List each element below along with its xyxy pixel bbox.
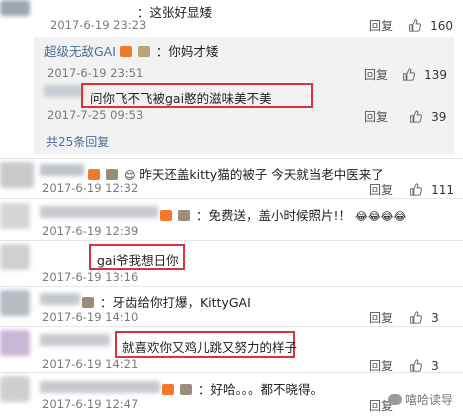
like-count: 111 [431,183,454,197]
comment-date: 2017-6-19 12:32 [42,181,139,195]
vip-badge-icon [88,169,100,180]
comment-text: 昨天还盖kitty猫的被子 今天就当老中医来了 [139,167,384,182]
avatar[interactable] [44,85,84,97]
comment-row: ：好哈。。。都不晓得。 [162,379,323,398]
username-blur [40,164,84,176]
avatar[interactable] [0,290,30,316]
comment-text: ：牙齿给你打爆，KittyGAI [99,295,251,310]
reply-button[interactable]: 回复 [364,66,388,83]
like-button[interactable]: 3 [409,307,439,326]
reply-button[interactable]: 回复 [369,181,393,198]
divider [0,286,463,287]
reply-row: 超级无敌GAI ：你妈才矮 [44,41,218,60]
thumbs-up-icon [410,110,422,123]
view-all-replies-link[interactable]: 共25条回复 [46,133,109,150]
divider [0,158,463,159]
comment-date: 2017-6-19 12:39 [42,224,139,238]
comment-row: ：免费送，盖小时候照片!！ 😂😂😂😂 [160,205,406,224]
avatar[interactable] [0,376,30,402]
comment-text: ：这张好显矮 [137,5,213,20]
thumbs-up-icon [410,311,422,324]
like-count: 39 [431,110,447,124]
like-count: 3 [431,359,439,373]
wechat-icon [388,394,402,405]
like-button[interactable]: 111 [409,179,454,198]
comment-text: 就喜欢你又鸡儿跳又努力的样子 [122,340,298,355]
comment-date: 2017-6-19 12:47 [42,397,139,411]
comment-date: 2017-6-19 23:23 [50,18,147,32]
vip-badge-icon [119,46,132,57]
comment-text: gai爷我想日你 [97,253,179,268]
thumbs-up-icon [410,183,422,196]
level-badge-icon [177,210,190,221]
comment-date: 2017-6-19 14:10 [42,310,139,324]
reply-button[interactable]: 回复 [364,108,388,125]
username-blur [40,206,158,218]
divider [0,372,463,373]
reply-date: 2017-6-19 23:51 [47,66,144,80]
reply-date: 2017-7-25 09:53 [47,108,144,122]
like-button[interactable]: 39 [409,106,446,125]
comment-text: ：好哈。。。都不晓得。 [197,382,323,397]
reply-username[interactable]: 超级无敌GAI [44,44,116,59]
avatar[interactable] [0,0,30,16]
level-badge-icon [105,169,118,180]
reply-button[interactable]: 回复 [369,309,393,326]
comment-text: ：免费送，盖小时候照片!！ [195,208,351,223]
like-count: 3 [431,311,439,325]
reply-thread-panel: 超级无敌GAI ：你妈才矮 2017-6-19 23:51 回复 139 问你飞… [34,37,454,154]
vip-badge-icon [162,384,174,395]
divider [0,326,463,327]
watermark-text: 嘻哈读导 [405,393,454,407]
thumbs-up-icon [410,359,422,372]
level-badge-icon [82,297,94,308]
thumbs-up-icon [409,19,421,32]
avatar[interactable] [0,330,30,356]
avatar[interactable] [0,203,30,229]
comment-row: ：牙齿给你打爆，KittyGAI [82,292,251,311]
avatar[interactable] [0,244,30,270]
avatar[interactable] [0,162,34,188]
like-count: 160 [430,19,453,33]
laughing-emoji-icon: 😂😂😂😂 [354,210,407,223]
reply-button[interactable]: 回复 [369,17,393,34]
level-badge-icon [179,384,192,395]
username-blur [40,334,110,346]
username-blur [40,381,160,393]
level-badge-icon [137,46,150,57]
like-button[interactable]: 139 [402,64,447,83]
watermark: 嘻哈读导 [388,391,453,408]
thumbs-up-icon [403,68,415,81]
reply-text: 问你飞不飞被gai憨的滋味美不美 [90,91,272,106]
comment-date: 2017-6-19 13:16 [42,270,139,284]
reply-text: ：你妈才矮 [155,44,219,59]
comment-date: 2017-6-19 14:21 [42,357,139,371]
divider [0,240,463,241]
like-button[interactable]: 160 [408,15,453,34]
like-count: 139 [424,68,447,82]
vip-badge-icon [160,210,172,221]
divider [0,198,463,199]
username-blur [40,293,80,305]
